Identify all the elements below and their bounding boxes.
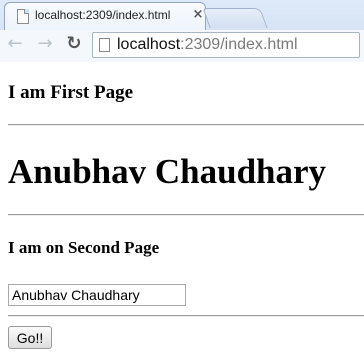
address-bar[interactable]: localhost:2309/index.html <box>92 32 360 58</box>
toolbar: ← → ↻ localhost:2309/index.html <box>0 30 364 62</box>
name-heading: Anubhav Chaudhary <box>8 152 327 191</box>
browser-chrome: localhost:2309/index.html × ← → ↻ localh… <box>0 0 364 62</box>
second-page-heading: I am on Second Page <box>8 238 160 257</box>
page-icon <box>17 9 29 24</box>
page-icon <box>99 38 110 52</box>
url-host: localhost <box>117 36 181 53</box>
url-text[interactable]: localhost:2309/index.html <box>117 36 298 54</box>
tab-title: localhost:2309/index.html <box>35 8 171 22</box>
forward-arrow-icon[interactable]: → <box>34 33 56 55</box>
new-tab-button[interactable] <box>202 8 268 28</box>
url-path: :2309/index.html <box>180 36 298 53</box>
divider <box>8 124 364 126</box>
browser-tab[interactable]: localhost:2309/index.html × <box>4 2 206 30</box>
page-content: I am First Page Anubhav Chaudhary I am o… <box>0 62 364 358</box>
name-input[interactable] <box>8 284 186 306</box>
reload-icon[interactable]: ↻ <box>63 33 85 55</box>
first-page-heading: I am First Page <box>8 82 134 103</box>
back-arrow-icon[interactable]: ← <box>4 33 26 55</box>
divider <box>8 214 364 216</box>
go-button[interactable]: Go!! <box>8 326 52 349</box>
divider <box>8 315 364 317</box>
